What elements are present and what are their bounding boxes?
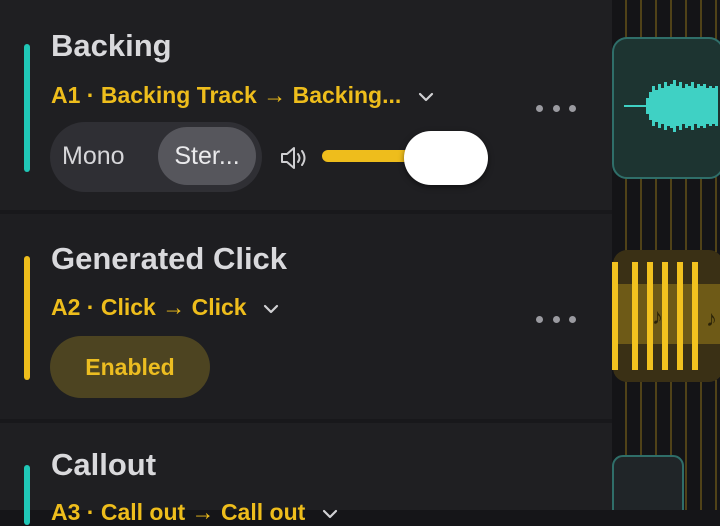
stereo-option[interactable]: Ster... <box>158 127 256 185</box>
track-name[interactable]: Generated Click <box>51 241 287 277</box>
channel-mode-toggle: Mono Ster... <box>50 122 262 192</box>
track-color-bar <box>24 256 30 380</box>
track-name[interactable]: Backing <box>51 28 172 64</box>
track-routing-dropdown[interactable]: A3 · Call out → Call out <box>51 499 338 526</box>
track-row-callout[interactable]: Callout A3 · Call out → Call out <box>0 423 612 525</box>
track-routing-label: A1 · Backing Track → Backing... <box>51 82 402 108</box>
chevron-down-icon <box>322 509 337 519</box>
timeline-clips: ♪ ♪ <box>612 0 720 510</box>
track-color-bar <box>24 44 30 172</box>
chevron-down-icon <box>263 304 279 314</box>
timeline-area[interactable]: ♪ ♪ <box>612 0 720 510</box>
track-routing-label: A3 · Call out → Call out <box>51 499 306 525</box>
track-row-backing[interactable]: Backing A1 · Backing Track → Backing... … <box>0 0 612 210</box>
track-routing-dropdown[interactable]: A2 · Click → Click <box>51 294 279 321</box>
more-options-icon[interactable] <box>536 312 576 326</box>
clip-label: ♪ <box>652 304 663 329</box>
track-routing-label: A2 · Click → Click <box>51 294 247 320</box>
clip-label: ♪ <box>706 306 717 331</box>
mono-option[interactable]: Mono <box>62 142 125 171</box>
chevron-down-icon <box>418 92 433 102</box>
track-name[interactable]: Callout <box>51 447 156 483</box>
speaker-icon <box>281 147 306 169</box>
more-options-icon[interactable] <box>536 101 576 115</box>
track-color-bar <box>24 465 30 525</box>
callout-audio-clip[interactable] <box>612 455 684 510</box>
volume-slider-thumb[interactable] <box>404 131 488 185</box>
enabled-button[interactable]: Enabled <box>50 336 210 398</box>
track-routing-dropdown[interactable]: A1 · Backing Track → Backing... <box>51 82 434 109</box>
track-list-panel: Backing A1 · Backing Track → Backing... … <box>0 0 612 525</box>
